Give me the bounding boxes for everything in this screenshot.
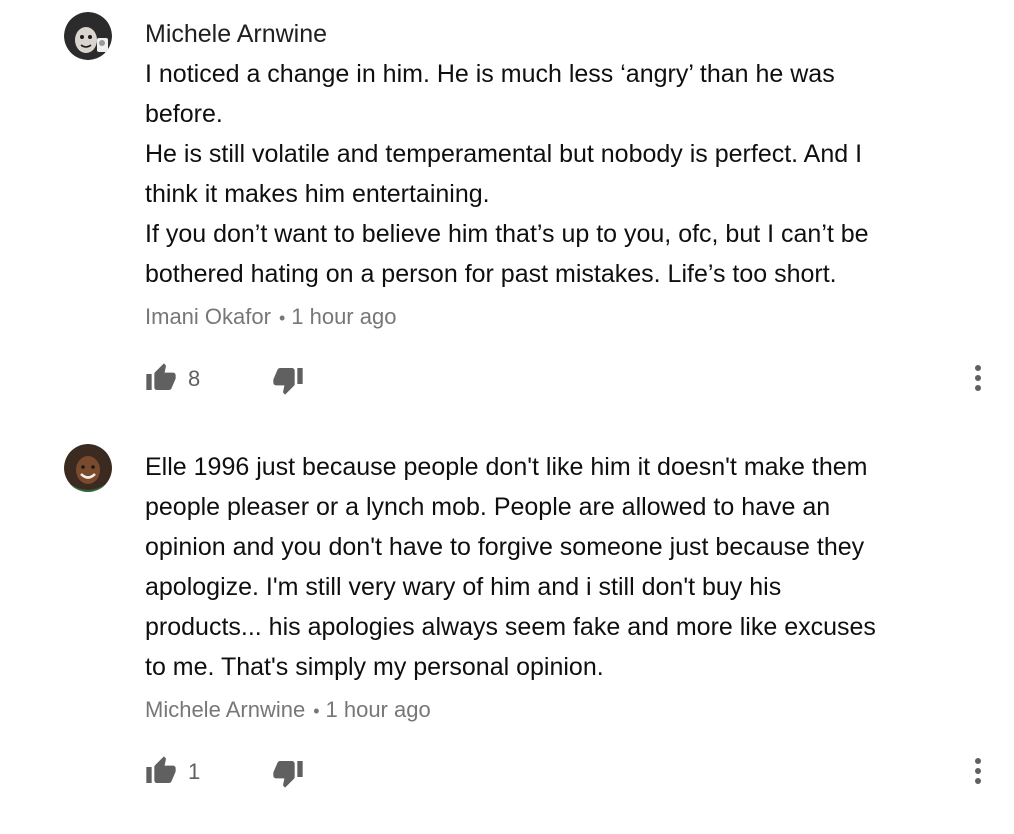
comment-text-line: apologize. I'm still very wary of him an…: [145, 573, 782, 601]
profile-photo-icon: [64, 12, 112, 60]
thumbs-down-icon: [273, 368, 303, 395]
comment-text-line: I noticed a change in him. He is much le…: [145, 60, 835, 88]
comment-text-line: think it makes him entertaining.: [145, 180, 490, 208]
more-options-button[interactable]: [966, 360, 990, 396]
comment-text-line: products... his apologies always seem fa…: [145, 613, 876, 641]
more-vertical-icon: [975, 758, 981, 784]
dislike-button[interactable]: [272, 757, 304, 789]
like-count: 8: [188, 366, 201, 391]
comment-text-line: If you don’t want to believe him that’s …: [145, 220, 869, 248]
reply-to-author[interactable]: Michele Arnwine: [145, 697, 305, 722]
comment-text-line: opinion and you don't have to forgive so…: [145, 533, 865, 561]
like-count: 1: [188, 759, 201, 784]
more-vertical-icon: [975, 365, 981, 391]
thumbs-up-icon: [146, 756, 176, 783]
comment-timestamp[interactable]: 1 hour ago: [326, 697, 431, 722]
avatar[interactable]: [64, 444, 112, 492]
meta-separator: •: [278, 308, 286, 328]
comment-text-line: to me. That's simply my personal opinion…: [145, 653, 604, 681]
comment-text-line: bothered hating on a person for past mis…: [145, 260, 837, 288]
comment-text-line: He is still volatile and temperamental b…: [145, 140, 863, 168]
comment-author[interactable]: Michele Arnwine: [145, 14, 975, 54]
like-button[interactable]: [145, 755, 177, 787]
comment-text-line: people pleaser or a lynch mob. People ar…: [145, 493, 831, 521]
thumbs-up-icon: [146, 363, 176, 390]
dislike-button[interactable]: [272, 364, 304, 396]
comment-body: Michele Arnwine I noticed a change in hi…: [145, 14, 975, 335]
comment-actions: 1: [145, 755, 985, 795]
like-button[interactable]: [145, 362, 177, 394]
comment-text-line: before.: [145, 100, 223, 128]
thumbs-down-icon: [273, 761, 303, 788]
more-options-button[interactable]: [966, 753, 990, 789]
meta-separator: •: [313, 701, 320, 721]
comment-timestamp[interactable]: 1 hour ago: [291, 304, 396, 329]
comment-text-line: Elle 1996 just because people don't like…: [145, 453, 868, 481]
comment-meta: Imani Okafor • 1 hour ago: [145, 300, 975, 335]
avatar[interactable]: [64, 12, 112, 60]
comment-body: Elle 1996 just because people don't like…: [145, 447, 975, 728]
comment-meta: Michele Arnwine • 1 hour ago: [145, 693, 975, 728]
profile-photo-icon: [64, 444, 112, 492]
reply-to-author[interactable]: Imani Okafor: [145, 304, 271, 329]
comment-actions: 8: [145, 362, 985, 402]
